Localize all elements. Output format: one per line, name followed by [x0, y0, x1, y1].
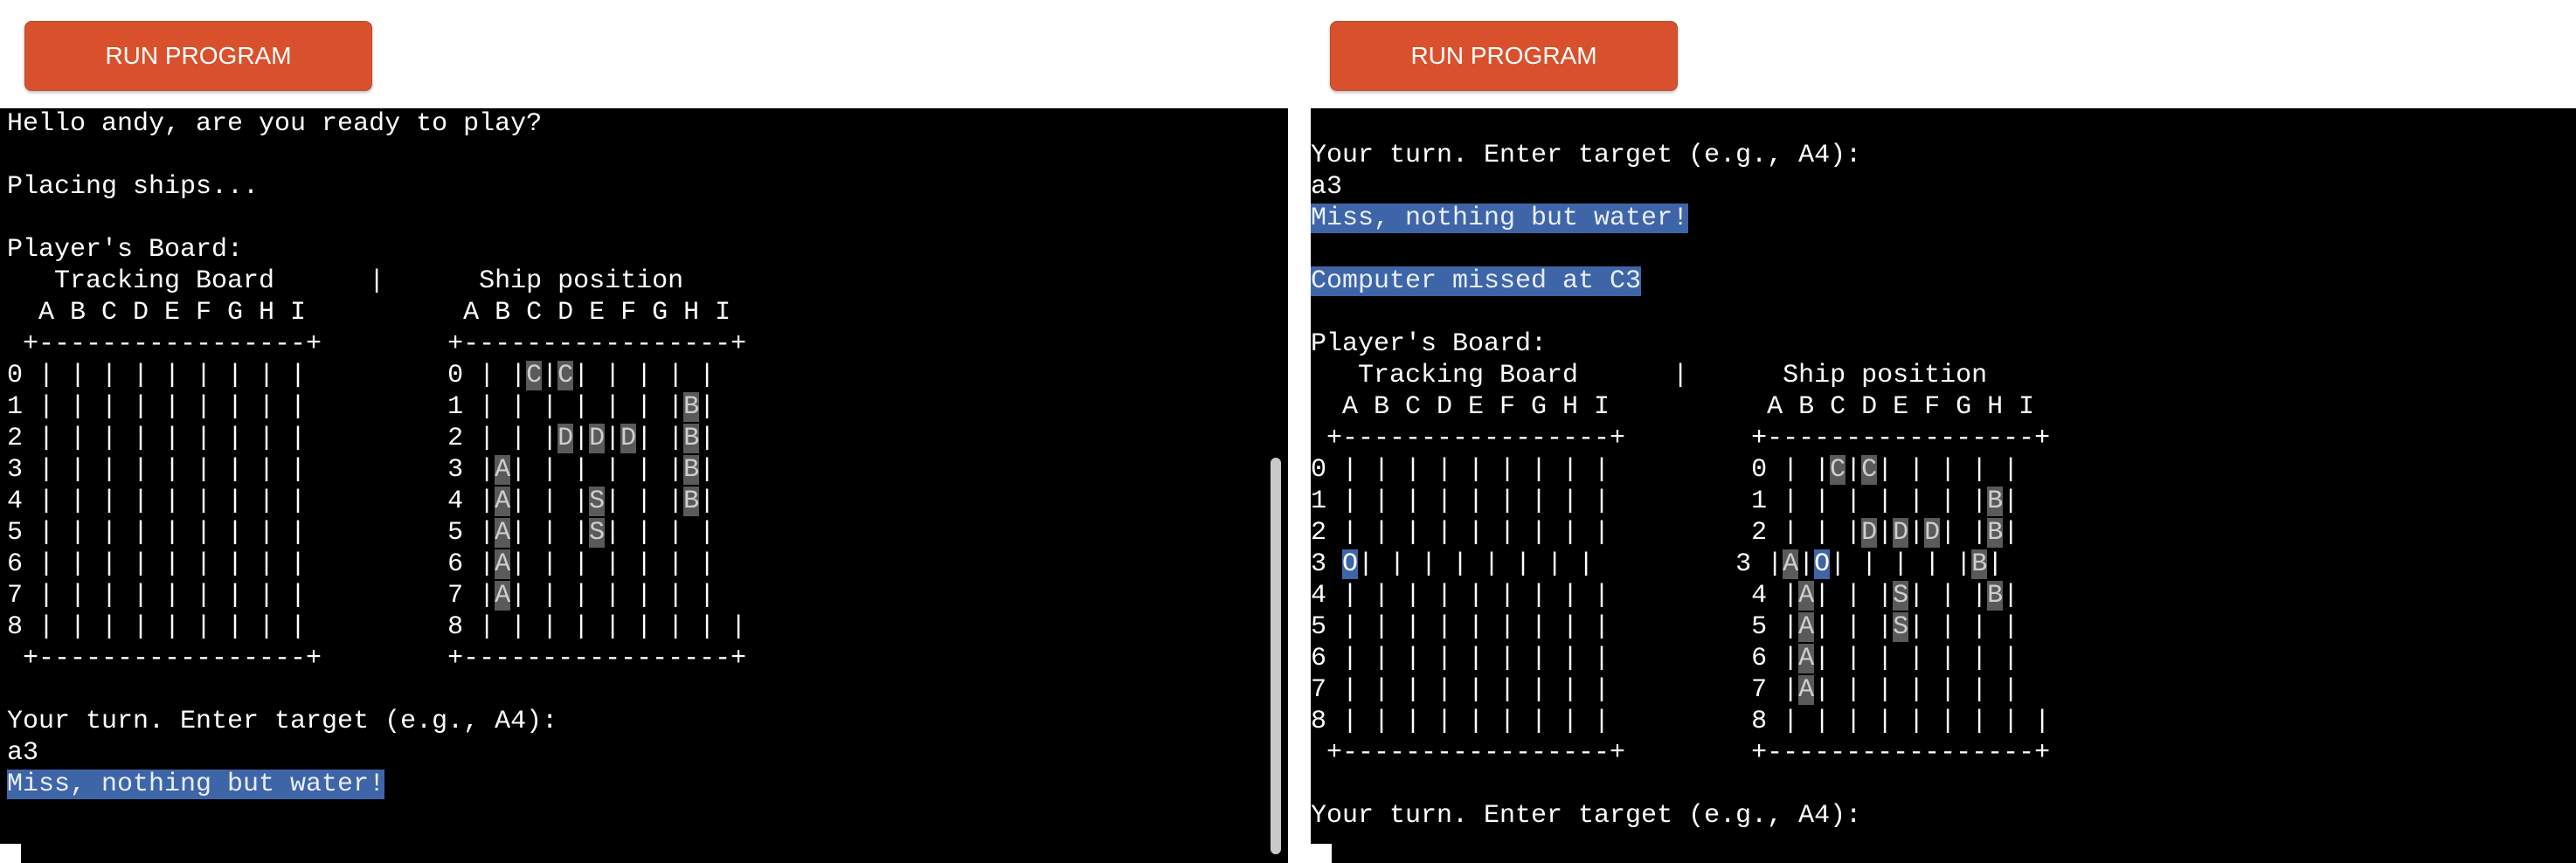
- ship-cell: D: [589, 424, 606, 453]
- ship-cell: D: [1861, 518, 1878, 548]
- terminal-line: +-----------------+ +-----------------+: [7, 329, 747, 359]
- miss-marker: O: [1342, 549, 1359, 579]
- terminal-line: 3 O| | | | | | | | 3 |A|O| | | | |B|: [1311, 549, 2004, 579]
- terminal-line: 7 | | | | | | | | | 7 |A| | | | | | |: [1311, 675, 2019, 705]
- ship-cell: S: [1893, 612, 1909, 642]
- ship-cell: B: [1987, 518, 2004, 548]
- terminal-line: 2 | | | | | | | | | 2 | | |D|D|D| |B|: [7, 424, 716, 453]
- ship-cell: A: [1798, 644, 1815, 673]
- terminal-line: Miss, nothing but water!: [1311, 203, 2050, 234]
- terminal-line: 5 | | | | | | | | | 5 |A| | |S| | | |: [7, 518, 716, 548]
- terminal-line: 2 | | | | | | | | | 2 | | |D|D|D| |B|: [1311, 518, 2019, 548]
- terminal-line: Your turn. Enter target (e.g., A4):: [1311, 141, 1862, 170]
- terminal-line: 0 | | | | | | | | | 0 | |C|C| | | | |: [1311, 455, 2019, 485]
- ship-cell: D: [620, 424, 637, 453]
- ship-cell: S: [589, 518, 606, 548]
- terminal-line: 3 | | | | | | | | | 3 |A| | | | | |B|: [7, 455, 716, 485]
- ship-cell: A: [495, 549, 511, 579]
- status-message: Miss, nothing but water!: [7, 770, 385, 799]
- terminal-line: Hello andy, are you ready to play?: [7, 109, 543, 139]
- terminal-line: 0 | | | | | | | | | 0 | |C|C| | | | |: [7, 361, 716, 390]
- ship-cell: C: [557, 361, 574, 390]
- terminal-line: A B C D E F G H I A B C D E F G H I: [1311, 392, 2035, 422]
- terminal-line: 6 | | | | | | | | | 6 |A| | | | | | |: [1311, 644, 2019, 673]
- terminal-line: Tracking Board | Ship position: [7, 266, 684, 296]
- ship-cell: D: [1893, 518, 1909, 548]
- ship-cell: B: [1987, 487, 2004, 516]
- terminal-scrollbar[interactable]: [1271, 458, 1281, 854]
- ship-cell: B: [683, 392, 700, 422]
- ship-cell: A: [1798, 675, 1815, 705]
- ship-cell: A: [495, 455, 511, 485]
- terminal-line: 4 | | | | | | | | | 4 |A| | |S| | |B|: [1311, 581, 2019, 611]
- terminal-line: 6 | | | | | | | | | 6 |A| | | | | | |: [7, 549, 716, 579]
- ship-cell: A: [1783, 549, 1799, 579]
- terminal-line: Player's Board:: [7, 235, 244, 265]
- terminal-line: 8 | | | | | | | | | 8 | | | | | | | | |: [7, 612, 747, 642]
- ship-cell: D: [557, 424, 574, 453]
- terminal-line: Miss, nothing but water!: [7, 769, 746, 800]
- terminal-line: Computer missed at C3: [1311, 266, 2050, 297]
- status-message: Computer missed at C3: [1311, 266, 1642, 296]
- terminal-line: 8 | | | | | | | | | 8 | | | | | | | | |: [1311, 707, 2051, 736]
- terminal-line: 7 | | | | | | | | | 7 |A| | | | | | |: [7, 581, 716, 611]
- ship-cell: A: [495, 581, 511, 611]
- ship-cell: S: [589, 487, 606, 516]
- terminal-output[interactable]: Hello andy, are you ready to play? Placin…: [0, 108, 1288, 863]
- miss-marker: O: [1814, 549, 1831, 579]
- terminal-line: Your turn. Enter target (e.g., A4):: [7, 707, 558, 736]
- ship-cell: B: [1987, 581, 2004, 611]
- ship-cell: A: [1798, 612, 1815, 642]
- ship-cell: A: [495, 518, 511, 548]
- terminal-line: 5 | | | | | | | | | 5 |A| | |S| | | |: [1311, 612, 2019, 642]
- ship-cell: A: [495, 487, 511, 516]
- run-program-button[interactable]: RUN PROGRAM: [24, 21, 372, 91]
- terminal-line: A B C D E F G H I A B C D E F G H I: [7, 298, 731, 328]
- terminal-lines: Your turn. Enter target (e.g., A4): a3 Mis…: [1311, 108, 2050, 832]
- terminal-line: a3: [1311, 172, 1343, 202]
- ship-cell: C: [526, 361, 543, 390]
- ship-cell: C: [1861, 455, 1878, 485]
- program-panel-right: RUN PROGRAM Your turn. Enter target (e.g…: [1311, 0, 2576, 863]
- terminal-line: a3: [7, 738, 39, 768]
- terminal-line: +-----------------+ +-----------------+: [7, 644, 747, 673]
- terminal-line: +-----------------+ +-----------------+: [1311, 738, 2051, 768]
- terminal-line: 1 | | | | | | | | | 1 | | | | | | |B|: [1311, 487, 2019, 516]
- ship-cell: B: [683, 424, 700, 453]
- status-message: Miss, nothing but water!: [1311, 204, 1689, 233]
- ship-cell: B: [1971, 549, 1988, 579]
- ship-cell: S: [1893, 581, 1909, 611]
- run-program-button[interactable]: RUN PROGRAM: [1330, 21, 1678, 91]
- terminal-line: +-----------------+ +-----------------+: [1311, 424, 2051, 453]
- terminal-line: Tracking Board | Ship position: [1311, 361, 1988, 390]
- terminal-corner: [0, 844, 21, 863]
- terminal-output[interactable]: Your turn. Enter target (e.g., A4): a3 Mis…: [1311, 108, 2576, 863]
- terminal-line: Player's Board:: [1311, 329, 1548, 359]
- terminal-line: Your turn. Enter target (e.g., A4):: [1311, 801, 1862, 831]
- terminal-line: 4 | | | | | | | | | 4 |A| | |S| | |B|: [7, 487, 716, 516]
- ship-cell: C: [1830, 455, 1846, 485]
- ship-cell: B: [683, 455, 700, 485]
- terminal-corner: [1311, 844, 1332, 863]
- terminal-line: Placing ships...: [7, 172, 260, 202]
- terminal-line: 1 | | | | | | | | | 1 | | | | | | |B|: [7, 392, 716, 422]
- ship-cell: A: [1798, 581, 1815, 611]
- ship-cell: B: [683, 487, 700, 516]
- program-panel-left: RUN PROGRAM Hello andy, are you ready to…: [0, 0, 1288, 863]
- terminal-lines: Hello andy, are you ready to play? Placin…: [7, 108, 746, 800]
- ship-cell: D: [1924, 518, 1941, 548]
